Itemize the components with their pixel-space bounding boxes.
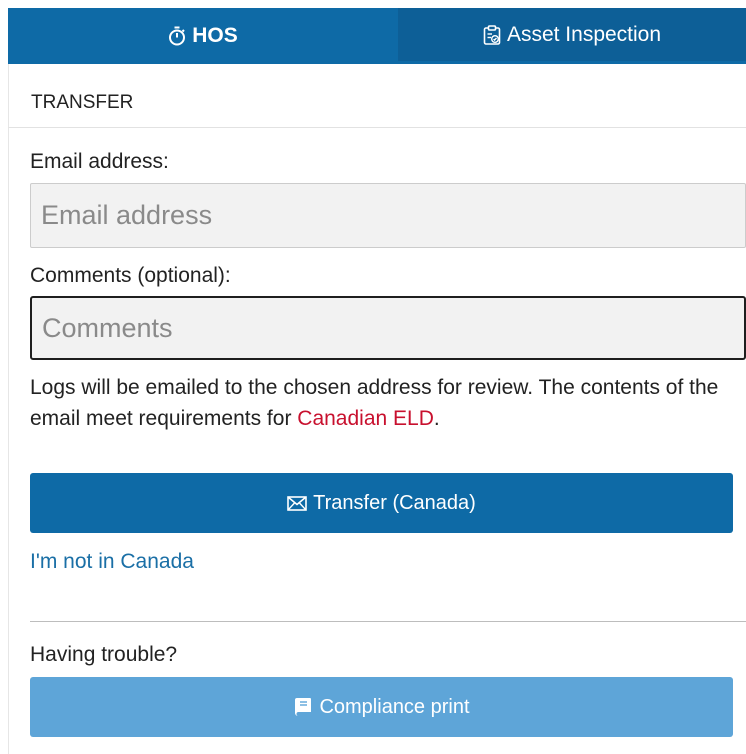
transfer-help-text: Logs will be emailed to the chosen addre… [30,372,730,434]
book-icon [293,697,313,717]
tab-bar: HOS Asset Inspection [8,8,746,64]
canadian-eld-text: Canadian ELD [297,407,434,430]
section-header: TRANSFER [8,64,746,128]
content-left-border [8,128,9,754]
envelope-icon [287,495,307,511]
transfer-canada-label: Transfer (Canada) [313,491,476,514]
section-title: TRANSFER [31,92,134,113]
help-text-end: . [433,407,440,430]
compliance-print-label: Compliance print [319,695,470,718]
divider [30,621,746,622]
having-trouble-label: Having trouble? [30,643,178,666]
not-in-canada-link[interactable]: I'm not in Canada [30,550,194,574]
tab-asset-inspection[interactable]: Asset Inspection [398,8,746,61]
comments-field[interactable] [30,296,746,360]
tab-asset-inspection-label: Asset Inspection [506,22,662,46]
tab-hos-label: HOS [192,24,238,47]
clipboard-check-icon [483,24,501,45]
stopwatch-icon [168,26,186,46]
tab-hos[interactable]: HOS [8,8,398,64]
email-label: Email address: [30,150,169,173]
email-field[interactable] [30,183,746,248]
compliance-print-button[interactable]: Compliance print [30,677,733,737]
transfer-page: HOS Asset Inspection TRANSFER Email addr… [0,0,746,754]
transfer-canada-button[interactable]: Transfer (Canada) [30,473,733,533]
comments-label: Comments (optional): [30,264,231,287]
